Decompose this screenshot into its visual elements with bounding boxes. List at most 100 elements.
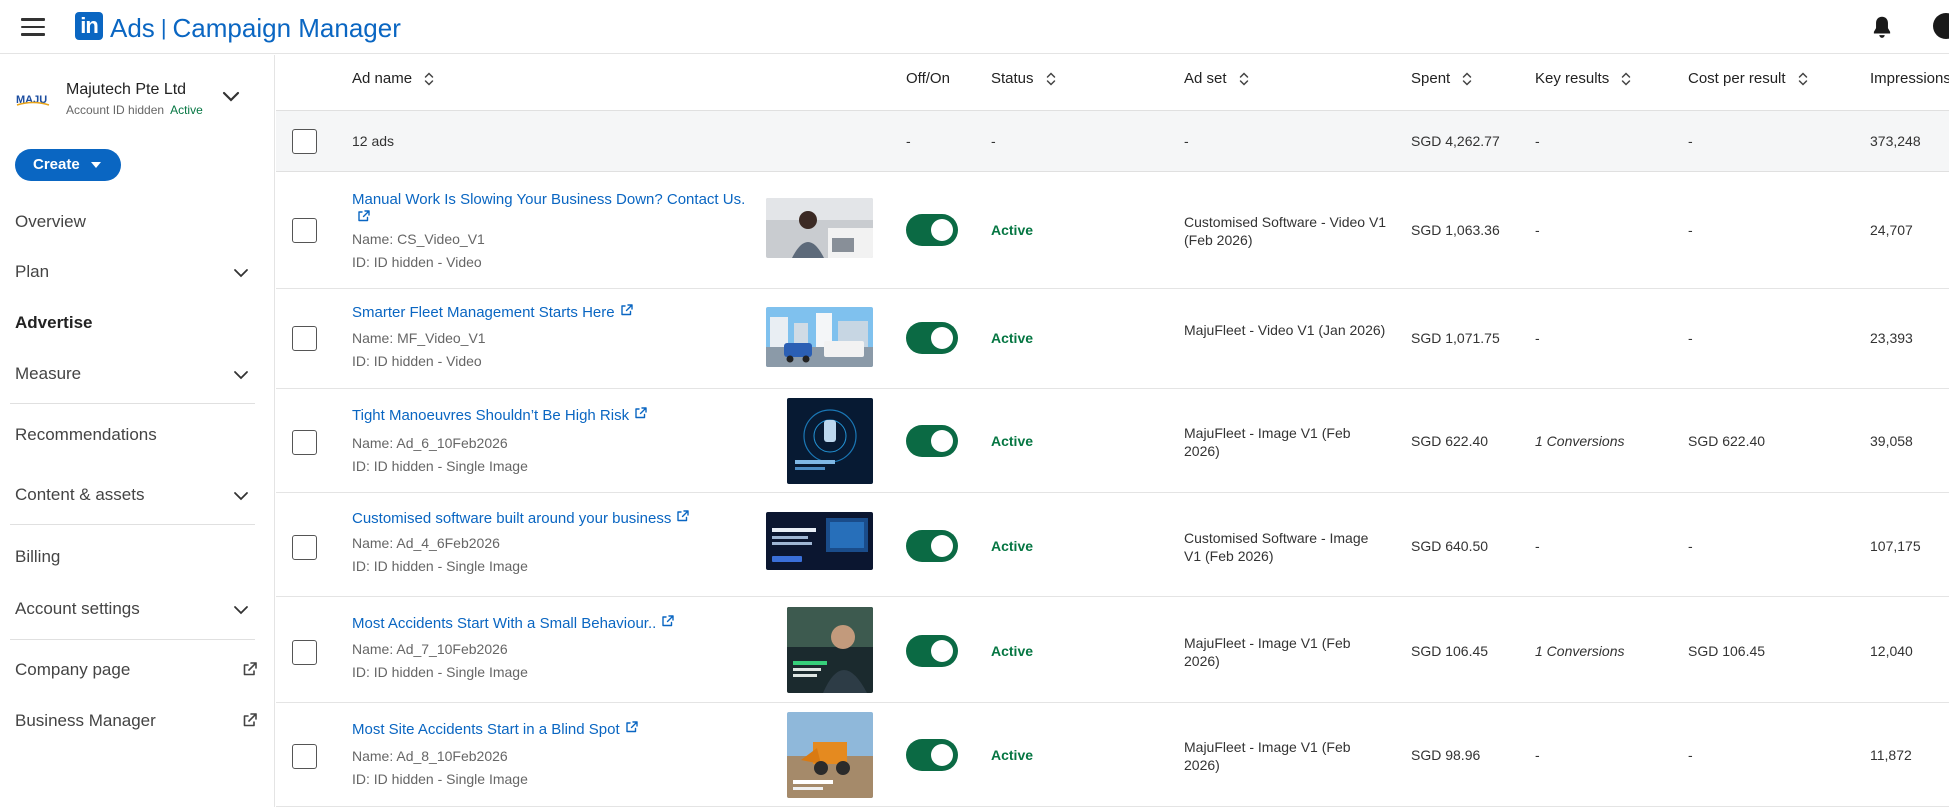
account-name[interactable]: Majutech Pte Ltd [66,81,186,99]
sort-icon[interactable] [1239,71,1249,87]
hamburger-icon[interactable] [21,18,45,36]
ad-toggle[interactable] [906,739,958,771]
ad-title-link[interactable]: Tight Manoeuvres Shouldn’t Be High Risk [352,406,752,425]
external-link-icon[interactable] [242,712,258,728]
ad-thumbnail[interactable] [766,512,873,570]
key-results-value: - [1535,330,1540,346]
ad-thumbnail[interactable] [787,712,873,798]
nav-content-assets[interactable]: Content & assets [15,485,144,505]
sort-icon[interactable] [1046,71,1056,87]
table-row: Most Site Accidents Start in a Blind Spo… [276,703,1949,807]
ad-toggle[interactable] [906,530,958,562]
nav-billing[interactable]: Billing [15,547,60,567]
nav-company-page[interactable]: Company page [15,660,130,680]
nav-measure[interactable]: Measure [15,364,81,384]
key-results-value: - [1535,538,1540,554]
col-spent[interactable]: Spent [1411,70,1472,87]
sort-icon[interactable] [424,71,434,87]
cost-per-result-value: SGD 106.45 [1688,643,1766,659]
ad-toggle[interactable] [906,322,958,354]
spent-value: SGD 640.50 [1411,538,1489,554]
sort-icon[interactable] [1621,71,1631,87]
row-checkbox[interactable] [292,430,317,455]
ad-title-link[interactable]: Most Accidents Start With a Small Behavi… [352,614,752,633]
row-checkbox[interactable] [292,326,317,351]
measure-chevron-down-icon[interactable] [233,370,249,380]
toggle-knob [931,640,953,662]
select-all-checkbox[interactable] [292,129,317,154]
nav-account-settings[interactable]: Account settings [15,599,140,619]
cost-per-result-value: - [1688,330,1693,346]
summary-row: 12 ads - - - SGD 4,262.77 - - 373,248 [276,111,1949,172]
ad-thumbnail[interactable] [766,198,873,258]
brand-title[interactable]: Ads | Campaign Manager [110,13,401,44]
impressions-value: 11,872 [1870,747,1912,763]
ad-toggle[interactable] [906,425,958,457]
ad-thumbnail[interactable] [787,607,873,693]
ad-id-type: ID: ID hidden - Video [352,254,482,270]
ad-title-text: Customised software built around your bu… [352,510,672,527]
ad-set-name[interactable]: MajuFleet - Image V1 (Feb 2026) [1184,634,1389,670]
col-status[interactable]: Status [991,70,1056,87]
create-button[interactable]: Create [15,149,121,181]
bell-icon[interactable] [1869,14,1895,40]
brand-product: Campaign Manager [172,13,401,43]
content-chevron-down-icon[interactable] [233,491,249,501]
sort-icon[interactable] [1462,71,1472,87]
row-checkbox[interactable] [292,640,317,665]
external-link-icon[interactable] [242,661,258,677]
row-checkbox[interactable] [292,218,317,243]
col-ad-name[interactable]: Ad name [352,70,434,87]
row-checkbox[interactable] [292,535,317,560]
ad-thumbnail[interactable] [787,398,873,484]
ad-thumbnail[interactable] [766,307,873,367]
ad-internal-name: Name: Ad_7_10Feb2026 [352,641,508,657]
table-row: Smarter Fleet Management Starts Here Nam… [276,289,1949,389]
summary-spent: SGD 4,262.77 [1411,133,1500,149]
ad-toggle[interactable] [906,214,958,246]
ad-set-name[interactable]: MajuFleet - Image V1 (Feb 2026) [1184,738,1389,774]
col-off-on: Off/On [906,70,950,87]
col-ad-set[interactable]: Ad set [1184,70,1249,87]
summary-ad-count: 12 ads [352,133,395,149]
impressions-value: 39,058 [1870,433,1913,449]
create-button-label: Create [33,156,80,173]
key-results-value: 1 Conversions [1535,643,1625,659]
nav-advertise[interactable]: Advertise [15,313,92,333]
ad-set-name[interactable]: Customised Software - Image V1 (Feb 2026… [1184,529,1389,565]
ad-id-type: ID: ID hidden - Single Image [352,458,528,474]
account-chevron-down-icon[interactable] [222,91,240,103]
ad-id-type: ID: ID hidden - Single Image [352,558,528,574]
ad-set-name[interactable]: MajuFleet - Image V1 (Feb 2026) [1184,424,1389,460]
summary-impressions: 373,248 [1870,133,1921,149]
account-status: Active [170,103,203,117]
profile-avatar[interactable] [1933,13,1949,39]
sort-icon[interactable] [1798,71,1808,87]
spent-value: SGD 98.96 [1411,747,1481,763]
ad-id-type: ID: ID hidden - Single Image [352,771,528,787]
summary-status: - [991,133,996,149]
col-key-results[interactable]: Key results [1535,70,1631,87]
settings-chevron-down-icon[interactable] [233,605,249,615]
ad-set-name[interactable]: Customised Software - Video V1 (Feb 2026… [1184,213,1389,249]
ad-toggle[interactable] [906,635,958,667]
ad-title-text: Most Site Accidents Start in a Blind Spo… [352,721,620,738]
ad-title-link[interactable]: Most Site Accidents Start in a Blind Spo… [352,720,752,739]
ad-title-link[interactable]: Smarter Fleet Management Starts Here [352,303,752,322]
nav-business-manager[interactable]: Business Manager [15,711,156,731]
nav-plan[interactable]: Plan [15,262,49,282]
ad-title-link[interactable]: Customised software built around your bu… [352,509,752,528]
ad-id-type: ID: ID hidden - Video [352,353,482,369]
status-text: Active [991,747,1034,763]
col-cost-per-result[interactable]: Cost per result [1688,70,1808,87]
row-checkbox[interactable] [292,744,317,769]
ad-title-text: Manual Work Is Slowing Your Business Dow… [352,191,746,208]
nav-overview[interactable]: Overview [15,212,86,232]
ad-internal-name: Name: CS_Video_V1 [352,231,485,247]
col-impressions[interactable]: Impressions [1870,70,1949,87]
plan-chevron-down-icon[interactable] [233,268,249,278]
nav-recommendations[interactable]: Recommendations [15,425,157,445]
ad-id-type: ID: ID hidden - Single Image [352,664,528,680]
ad-set-name[interactable]: MajuFleet - Video V1 (Jan 2026) [1184,321,1389,339]
ad-title-link[interactable]: Manual Work Is Slowing Your Business Dow… [352,190,752,228]
